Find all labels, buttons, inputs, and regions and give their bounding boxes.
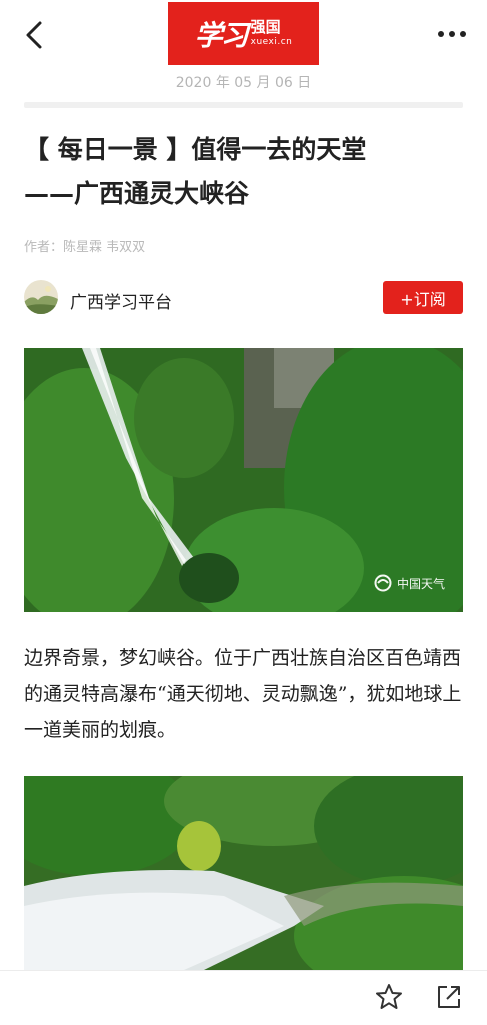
- share-button[interactable]: [434, 982, 464, 1012]
- logo-site: xuexi.cn: [250, 37, 293, 47]
- xuexi-logo: 学习 强国 xuexi.cn: [168, 2, 319, 65]
- bottom-toolbar: [0, 970, 487, 1025]
- article-paragraph: 边界奇景，梦幻峡谷。位于广西壮族自治区百色靖西的通灵特高瀑布“通天彻地、灵动飘逸…: [24, 647, 462, 741]
- favorite-button[interactable]: [374, 982, 404, 1012]
- article-title: 【 每日一景 】值得一去的天堂 ——广西通灵大峡谷: [24, 128, 474, 216]
- top-bar: 学习 强国 xuexi.cn: [0, 0, 487, 70]
- article-title-line2: ——广西通灵大峡谷: [24, 179, 250, 208]
- weather-logo-icon: [374, 574, 392, 592]
- subscribe-button[interactable]: +订阅: [383, 281, 463, 314]
- watermark-text: 中国天气: [396, 576, 445, 591]
- star-icon: [376, 984, 402, 1009]
- article-image-1: 中国天气: [24, 348, 463, 612]
- image-watermark: 中国天气: [374, 574, 445, 592]
- logo-name: 强国: [250, 18, 281, 36]
- article-title-line1: 【 每日一景 】值得一去的天堂: [24, 135, 367, 164]
- publish-date: 2020 年 05 月 06 日: [175, 75, 312, 91]
- more-button[interactable]: [435, 20, 469, 48]
- source-avatar[interactable]: [24, 280, 58, 314]
- logo-calligraphy: 学习: [194, 18, 249, 52]
- article-image-2: [24, 776, 463, 970]
- more-dots-icon: [438, 31, 466, 37]
- back-button[interactable]: [20, 18, 50, 52]
- share-icon: [438, 986, 460, 1008]
- source-name[interactable]: 广西学习平台: [70, 288, 172, 313]
- divider: [24, 102, 463, 108]
- article-author: 作者：陈星霖 韦双双: [24, 240, 146, 255]
- back-arrow-icon: [26, 21, 42, 49]
